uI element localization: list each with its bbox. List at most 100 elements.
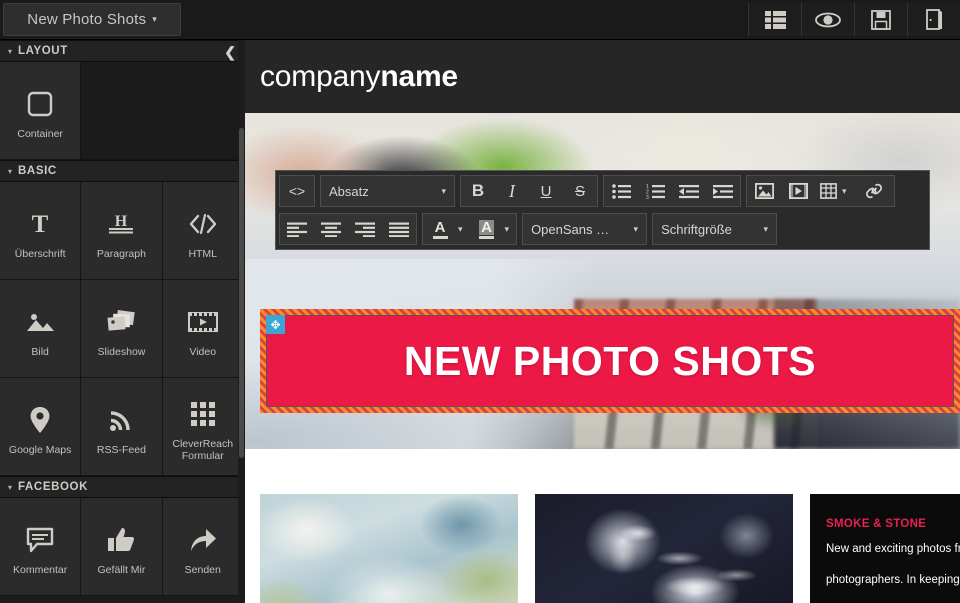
align-right-icon[interactable] [348, 214, 382, 244]
numbered-list-icon[interactable]: 1 2 3 [638, 176, 672, 206]
link-icon[interactable] [854, 176, 894, 206]
sidebar-item-label: HTML [188, 247, 218, 260]
selected-headline-block[interactable]: ✥ NEW PHOTO SHOTS [260, 309, 960, 413]
list-view-button[interactable] [748, 3, 801, 36]
sidebar-section-basic[interactable]: ▾ BASIC [0, 160, 245, 182]
rte-row-2: A ▾ A ▾ OpenSans … ▾ Schriftgröße ▾ [279, 212, 926, 246]
bullet-list-icon[interactable] [604, 176, 638, 206]
sidebar-section-facebook[interactable]: ▾ FACEBOOK [0, 476, 245, 498]
insert-video-icon[interactable] [781, 176, 815, 206]
card-text-line: photographers. In keeping [826, 574, 960, 586]
chevron-down-icon: ▾ [633, 223, 639, 234]
headline-block-body[interactable]: NEW PHOTO SHOTS [266, 315, 954, 407]
card-text[interactable]: SMOKE & STONE New and exciting photos fr… [810, 494, 960, 603]
chevron-down-icon: ▾ [8, 482, 13, 492]
heading-t-icon: T [26, 202, 54, 246]
exit-button[interactable] [907, 3, 960, 36]
highlight-color-button[interactable]: A [470, 214, 504, 244]
preview-button[interactable] [801, 3, 854, 36]
highlight-chevron-down-icon[interactable]: ▾ [504, 224, 517, 235]
save-button[interactable] [854, 3, 907, 36]
sidebar-item-bild[interactable]: Bild [0, 280, 82, 378]
section-title: LAYOUT [18, 45, 68, 57]
titlebar-actions [748, 0, 960, 39]
sidebar-scrollbar[interactable] [238, 40, 245, 603]
section-title: FACEBOOK [18, 481, 88, 493]
card-watercolor[interactable] [260, 494, 518, 603]
font-family-value: OpenSans … [531, 221, 610, 237]
sidebar-item-google-maps[interactable]: Google Maps [0, 378, 82, 476]
card-smoke[interactable] [535, 494, 793, 603]
insert-table-icon[interactable] [815, 176, 841, 206]
sidebar-scrollbar-thumb[interactable] [239, 128, 244, 458]
titlebar: New Photo Shots ▾ [0, 0, 960, 40]
hero-photo: ✥ NEW PHOTO SHOTS [245, 113, 960, 449]
strikethrough-button[interactable]: S [563, 176, 597, 206]
cards-row: SMOKE & STONE New and exciting photos fr… [245, 449, 960, 603]
insert-image-icon[interactable] [747, 176, 781, 206]
sidebar-item-paragraph[interactable]: H Paragraph [81, 182, 163, 280]
align-justify-icon[interactable] [382, 214, 416, 244]
font-size-select[interactable]: Schriftgröße ▾ [652, 213, 778, 245]
sidebar-item-label: RSS-Feed [96, 443, 146, 456]
text-color-chevron-down-icon[interactable]: ▾ [457, 224, 470, 235]
rte-group-insert: ▾ [746, 175, 895, 207]
sidebar-item-cleverreach-formular[interactable]: CleverReach Formular [162, 378, 244, 476]
svg-text:H: H [115, 213, 128, 230]
eye-icon [815, 12, 841, 27]
italic-button[interactable]: I [495, 176, 529, 206]
document-tab[interactable]: New Photo Shots ▾ [3, 3, 181, 36]
container-icon [27, 82, 53, 126]
font-family-select[interactable]: OpenSans … ▾ [522, 213, 648, 245]
align-left-icon[interactable] [280, 214, 314, 244]
bold-button[interactable]: B [461, 176, 495, 206]
site-header: companyname [245, 40, 960, 113]
layout-grid-blank-1 [81, 62, 163, 160]
align-center-icon[interactable] [314, 214, 348, 244]
share-arrow-icon [189, 518, 217, 562]
sidebar-item-label: Slideshow [97, 345, 146, 358]
highlight-letter: A [479, 218, 494, 236]
sidebar-item-slideshow[interactable]: Slideshow [81, 280, 163, 378]
paragraph-style-select[interactable]: Absatz ▾ [320, 175, 455, 207]
sidebar-item-label: CleverReach Formular [172, 437, 234, 462]
image-icon [25, 300, 55, 344]
rte-group-align [279, 213, 417, 245]
titlebar-spacer [181, 0, 748, 39]
sidebar-item-ueberschrift[interactable]: T Überschrift [0, 182, 82, 280]
headline-text[interactable]: NEW PHOTO SHOTS [404, 338, 816, 385]
sidebar-item-label: Bild [31, 345, 49, 358]
text-color-button[interactable]: A [423, 214, 457, 244]
sidebar-item-gefaellt-mir[interactable]: Gefällt Mir [81, 498, 163, 596]
sidebar-item-video[interactable]: Video [162, 280, 244, 378]
underline-button[interactable]: U [529, 176, 563, 206]
layout-grid-blank-2 [162, 62, 244, 160]
code-brackets-icon [188, 202, 218, 246]
smoke-texture [535, 494, 793, 603]
layout-widget-grid: Container [0, 62, 245, 160]
highlight-swatch [479, 235, 495, 239]
chevron-down-icon: ▾ [763, 223, 769, 234]
font-color-a-icon: A [432, 220, 448, 239]
sidebar-item-senden[interactable]: Senden [162, 498, 244, 596]
sidebar-item-label: Paragraph [96, 247, 146, 260]
sidebar-item-label: Senden [184, 563, 221, 576]
site-logo[interactable]: companyname [260, 60, 458, 94]
sidebar-item-label: Container [17, 127, 63, 140]
page-canvas: companyname ✥ NEW PHOTO SHOTS SMOKE & ST… [245, 40, 960, 603]
rich-text-editor-toolbar: <> Absatz ▾ B I U S 1 2 3 ▾ A ▾ A ▾ Open… [275, 170, 930, 250]
source-code-button[interactable]: <> [280, 176, 314, 206]
indent-icon[interactable] [706, 176, 740, 206]
widget-sidebar: ▾ LAYOUT ❮ Container ▾ BASIC T Überschri… [0, 40, 245, 603]
sidebar-item-container[interactable]: Container [0, 62, 82, 160]
site-logo-bold: name [380, 59, 458, 93]
move-cross-icon[interactable]: ✥ [266, 315, 285, 334]
sidebar-item-html[interactable]: HTML [162, 182, 244, 280]
sidebar-item-rss-feed[interactable]: RSS-Feed [81, 378, 163, 476]
sidebar-section-layout[interactable]: ▾ LAYOUT ❮ [0, 40, 245, 62]
outdent-icon[interactable] [672, 176, 706, 206]
table-options-chevron-down-icon[interactable]: ▾ [841, 186, 854, 197]
sidebar-item-kommentar[interactable]: Kommentar [0, 498, 82, 596]
rte-row-1: <> Absatz ▾ B I U S 1 2 3 ▾ [279, 174, 926, 208]
collapse-panel-button[interactable]: ❮ [224, 44, 236, 60]
